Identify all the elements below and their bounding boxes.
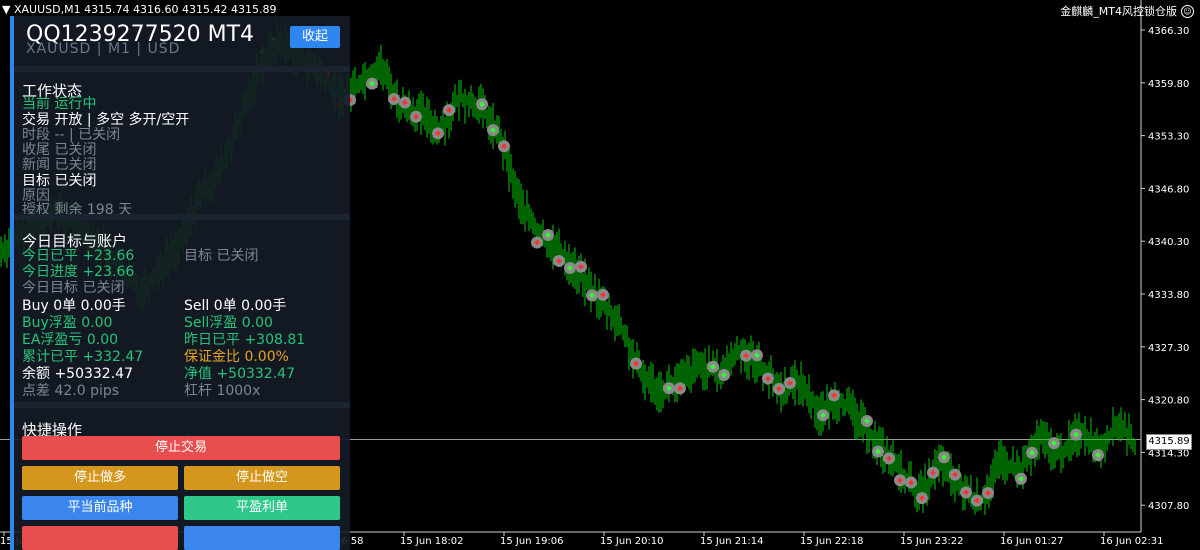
sell-float: Sell浮盈 0.00 xyxy=(184,315,273,331)
section-divider xyxy=(14,66,350,72)
smiley-icon[interactable]: ☺ xyxy=(1181,4,1194,18)
status-close: 收尾 已关闭 xyxy=(22,142,97,158)
section-divider xyxy=(14,214,350,220)
collapse-button[interactable]: 收起 xyxy=(290,26,340,48)
stop-trading-button[interactable]: 停止交易 xyxy=(22,436,340,460)
price-tick-label: 4333.80 xyxy=(1148,290,1189,301)
time-tick-label: 16 Jun 01:27 xyxy=(1000,536,1064,547)
today-closed: 今日已平 +23.66 xyxy=(22,248,135,264)
price-tick-label: 4366.30 xyxy=(1148,26,1189,37)
target-status: 目标 已关闭 xyxy=(184,248,259,264)
chart-menu-arrow-icon[interactable]: ▼ xyxy=(2,3,14,16)
status-news: 新闻 已关闭 xyxy=(22,157,97,173)
close-symbol-button[interactable]: 平当前品种 xyxy=(22,496,178,520)
status-period: 时段 -- | 已关闭 xyxy=(22,127,121,143)
time-tick-label: 15 Jun 18:02 xyxy=(400,536,464,547)
status-current: 当前 运行中 xyxy=(22,96,97,112)
today-progress: 今日进度 +23.66 xyxy=(22,264,135,280)
price-tick-label: 4327.30 xyxy=(1148,343,1189,354)
current-price-tag: 4315.89 xyxy=(1146,434,1192,450)
time-tick-label: 16 Jun 02:31 xyxy=(1100,536,1164,547)
price-tick-label: 4359.80 xyxy=(1148,79,1189,90)
price-tick-label: 4340.30 xyxy=(1148,237,1189,248)
chart-symbol-info: ▼ XAUUSD,M1 4315.74 4316.60 4315.42 4315… xyxy=(2,3,277,16)
balance: 余额 +50332.47 xyxy=(22,366,133,382)
leverage: 杠杆 1000x xyxy=(184,383,261,399)
time-tick-label: 15 Jun 23:22 xyxy=(900,536,964,547)
stop-long-button[interactable]: 停止做多 xyxy=(22,466,178,490)
price-tick-label: 4320.80 xyxy=(1148,396,1189,407)
more-action-button[interactable] xyxy=(184,526,340,550)
price-tick-label: 4346.80 xyxy=(1148,184,1189,195)
time-tick-label: 15 Jun 22:18 xyxy=(800,536,864,547)
buy-orders: Buy 0单 0.00手 xyxy=(22,298,126,314)
time-tick-label: 15 Jun 19:06 xyxy=(500,536,564,547)
time-tick-label: 15 Jun 20:10 xyxy=(600,536,664,547)
stop-short-button[interactable]: 停止做空 xyxy=(184,466,340,490)
cumulative-closed: 累计已平 +332.47 xyxy=(22,349,144,365)
close-profit-button[interactable]: 平盈利单 xyxy=(184,496,340,520)
today-target: 今日目标 已关闭 xyxy=(22,280,125,296)
more-action-button[interactable] xyxy=(22,526,178,550)
sell-orders: Sell 0单 0.00手 xyxy=(184,298,287,314)
equity: 净值 +50332.47 xyxy=(184,366,295,382)
section-divider xyxy=(14,402,350,408)
margin-ratio: 保证金比 0.00% xyxy=(184,349,289,365)
yesterday-closed: 昨日已平 +308.81 xyxy=(184,332,306,348)
ea-control-panel: QQ1239277520 MT4 XAUUSD | M1 | USD 收起 工作… xyxy=(10,16,350,550)
time-tick-label: 15 Jun 21:14 xyxy=(700,536,764,547)
ea-float: EA浮盈亏 0.00 xyxy=(22,332,119,348)
buy-float: Buy浮盈 0.00 xyxy=(22,315,113,331)
price-tick-label: 4314.30 xyxy=(1148,448,1189,459)
price-tick-label: 4307.80 xyxy=(1148,501,1189,512)
panel-subtitle: XAUUSD | M1 | USD xyxy=(26,41,181,57)
price-tick-label: 4353.30 xyxy=(1148,132,1189,143)
status-trade: 交易 开放 | 多空 多开/空开 xyxy=(22,112,190,128)
status-target: 目标 已关闭 xyxy=(22,173,97,189)
ea-name-label: 金麒麟_MT4风控锁仓版 ☺ xyxy=(1060,3,1194,19)
spread: 点差 42.0 pips xyxy=(22,383,120,399)
